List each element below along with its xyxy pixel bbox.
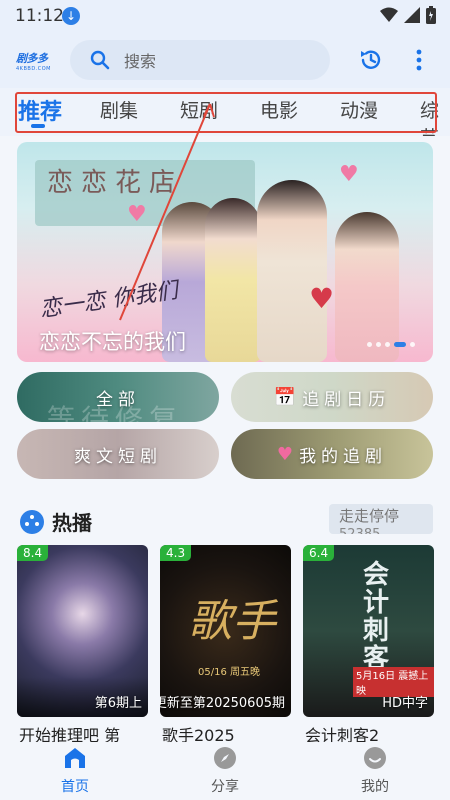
status-bar: 11:12 ↓ bbox=[0, 0, 450, 32]
episode-label: 更新至第20250605期 bbox=[160, 696, 285, 711]
section-title: 热播 bbox=[52, 511, 92, 535]
heart-icon: ♥ bbox=[309, 282, 335, 315]
compass-icon bbox=[214, 747, 236, 769]
quick-entry-all[interactable]: 等待修复 全部 bbox=[17, 372, 219, 422]
video-card[interactable]: 8.4 第6期上 bbox=[17, 545, 148, 717]
poster-title: 会计刺客 bbox=[363, 560, 390, 674]
hot-ticker[interactable]: 走走停停 52385 bbox=[329, 504, 433, 534]
download-icon: ↓ bbox=[62, 7, 80, 25]
search-input[interactable]: 搜索 bbox=[70, 40, 330, 80]
more-vertical-icon[interactable] bbox=[412, 48, 426, 72]
quick-entry-calendar[interactable]: 📅 追剧日历 bbox=[231, 372, 433, 422]
quick-entry-short-drama[interactable]: 爽文短剧 bbox=[17, 429, 219, 479]
bottom-nav: 首页 分享 我的 bbox=[0, 742, 450, 800]
heart-icon: ♥ bbox=[127, 202, 147, 227]
hot-ticker-line1: 走走停停 bbox=[339, 507, 400, 525]
banner-pagination bbox=[367, 342, 415, 347]
smile-icon bbox=[364, 747, 386, 769]
banner-dot-active[interactable] bbox=[394, 342, 406, 347]
hot-icon bbox=[20, 509, 44, 534]
poster-date: 05/16 周五晚 bbox=[198, 667, 260, 678]
episode-label: HD中字 bbox=[382, 696, 428, 711]
quick-entry-label: 爽文短剧 bbox=[74, 446, 162, 467]
poster-title: 歌手 bbox=[188, 596, 276, 647]
app-logo[interactable]: 剧多多 4KBBD.COM bbox=[16, 50, 56, 72]
quick-entry-my-follow[interactable]: ♥ 我的追剧 bbox=[231, 429, 433, 479]
hot-ticker-line2: 52385 bbox=[339, 528, 433, 535]
episode-label: 第6期上 bbox=[94, 696, 142, 711]
search-icon bbox=[90, 50, 110, 70]
banner-dot[interactable] bbox=[410, 342, 415, 347]
heart-icon: ♥ bbox=[339, 162, 359, 187]
banner-dot[interactable] bbox=[376, 342, 381, 347]
signal-icon bbox=[404, 7, 420, 23]
banner-figure bbox=[335, 212, 399, 362]
score-badge: 8.4 bbox=[17, 545, 49, 561]
annotation-box bbox=[15, 92, 437, 133]
nav-share[interactable]: 分享 bbox=[195, 746, 255, 796]
status-time: 11:12 bbox=[15, 6, 64, 26]
logo-sub: 4KBBD.COM bbox=[16, 66, 52, 72]
history-icon[interactable] bbox=[358, 47, 384, 73]
nav-label: 我的 bbox=[361, 779, 389, 795]
banner-dot[interactable] bbox=[385, 342, 390, 347]
video-card[interactable]: 4.3 歌手 05/16 周五晚 更新至第20250605期 bbox=[160, 545, 291, 717]
banner-figure bbox=[205, 198, 261, 362]
quick-entry-label: 追剧日历 bbox=[302, 389, 391, 410]
banner-sign-text: 恋恋花店 bbox=[47, 168, 184, 198]
home-icon bbox=[65, 748, 85, 768]
nav-home[interactable]: 首页 bbox=[45, 746, 105, 796]
heart-icon: ♥ bbox=[276, 443, 294, 465]
score-badge: 4.3 bbox=[160, 545, 192, 561]
video-card[interactable]: 6.4 会计刺客 5月16日 震撼上映 HD中字 bbox=[303, 545, 434, 717]
search-placeholder: 搜索 bbox=[124, 52, 157, 71]
calendar-icon: 📅 bbox=[273, 386, 297, 408]
top-header: 剧多多 4KBBD.COM 搜索 bbox=[0, 32, 450, 88]
nav-mine[interactable]: 我的 bbox=[345, 746, 405, 796]
banner-script-text: 恋一恋 你我们 bbox=[38, 278, 180, 323]
quick-entry-label: 我的追剧 bbox=[299, 446, 388, 467]
logo-text: 剧多多 bbox=[16, 52, 48, 65]
hero-banner[interactable]: 恋恋花店 ♥ ♥ ♥ ♥ 恋一恋 你我们 恋恋不忘的我们 bbox=[17, 142, 433, 362]
banner-caption: 恋恋不忘的我们 bbox=[39, 330, 186, 354]
quick-entry-label: 全部 bbox=[96, 389, 140, 410]
section-hot-title: 热播 bbox=[20, 507, 92, 536]
score-badge: 6.4 bbox=[303, 545, 335, 561]
banner-dot[interactable] bbox=[367, 342, 372, 347]
nav-label: 分享 bbox=[211, 779, 239, 795]
nav-label: 首页 bbox=[61, 779, 89, 795]
wifi-icon bbox=[380, 7, 398, 22]
banner-figure bbox=[257, 180, 327, 362]
battery-icon bbox=[426, 6, 436, 24]
